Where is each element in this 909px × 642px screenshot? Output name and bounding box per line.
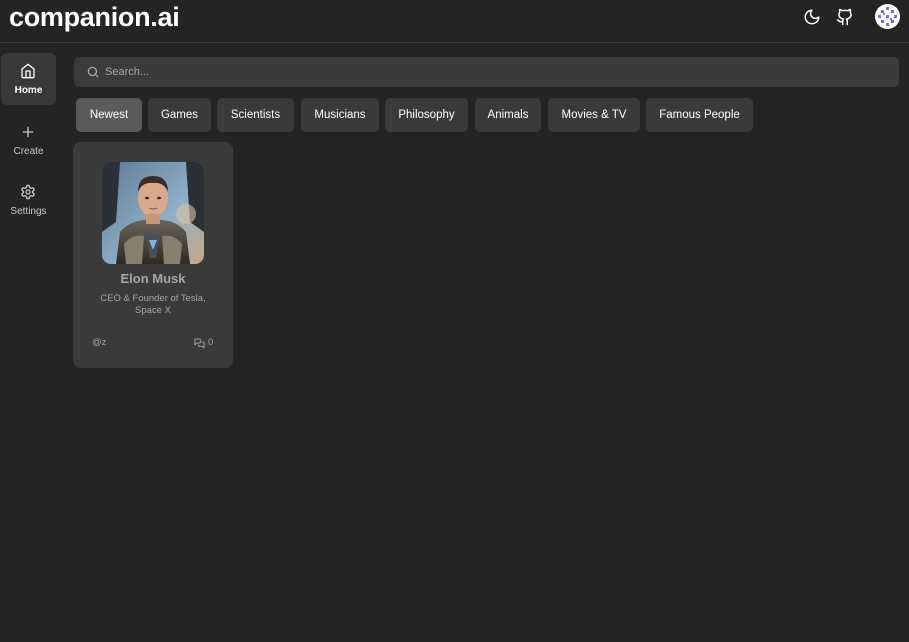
sidebar-item-label: Create [13, 146, 44, 157]
search-icon [87, 66, 99, 78]
companion-description: CEO & Founder of Tesla, Space X [100, 293, 206, 316]
messages-icon [194, 338, 205, 349]
sidebar-item-settings[interactable]: Settings [1, 174, 56, 226]
companion-avatar [102, 162, 204, 264]
sidebar-item-label: Home [14, 85, 43, 96]
top-bar: companion.ai [0, 0, 909, 43]
moon-icon[interactable] [803, 8, 821, 26]
category-scientists[interactable]: Scientists [217, 98, 294, 132]
search-bar[interactable] [74, 57, 899, 87]
sidebar-item-create[interactable]: Create [1, 114, 56, 166]
plus-icon [22, 126, 34, 138]
gear-icon [21, 184, 35, 200]
category-famous-people[interactable]: Famous People [646, 98, 753, 132]
category-games[interactable]: Games [148, 98, 211, 132]
companion-creator: @z [92, 337, 107, 348]
github-icon[interactable] [836, 8, 854, 26]
home-icon [21, 63, 35, 79]
sidebar-item-home[interactable]: Home [1, 53, 56, 105]
category-movies-tv[interactable]: Movies & TV [548, 98, 640, 132]
category-musicians[interactable]: Musicians [301, 98, 379, 132]
category-philosophy[interactable]: Philosophy [385, 98, 468, 132]
app-logo[interactable]: companion.ai [9, 2, 180, 33]
companion-name: Elon Musk [120, 271, 186, 286]
chat-count-value: 0 [208, 337, 214, 348]
companion-card[interactable]: Elon Musk CEO & Founder of Tesla, Space … [73, 142, 233, 368]
sidebar-item-label: Settings [10, 206, 47, 217]
user-avatar[interactable] [875, 4, 900, 29]
category-newest[interactable]: Newest [76, 98, 142, 132]
category-animals[interactable]: Animals [475, 98, 541, 132]
search-input[interactable] [105, 57, 885, 87]
